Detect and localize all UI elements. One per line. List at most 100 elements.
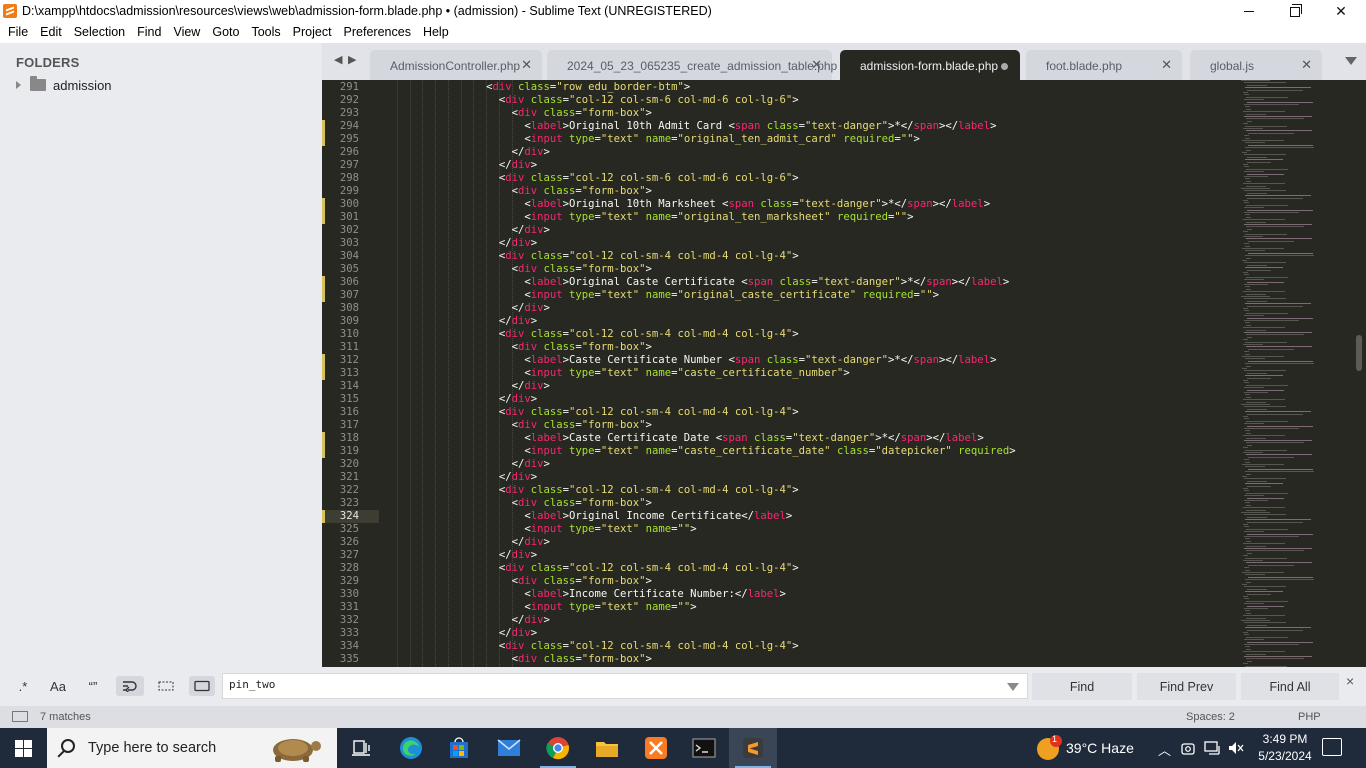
edge-browser-button[interactable] (387, 728, 435, 768)
start-button[interactable] (0, 728, 47, 768)
tab-list-dropdown-icon[interactable] (1345, 57, 1357, 65)
restore-button[interactable] (1272, 0, 1318, 23)
sidebar-folder-admission[interactable]: admission (14, 76, 112, 94)
code-line[interactable]: 314 </div> (322, 380, 1366, 393)
code-line[interactable]: 316 <div class="col-12 col-sm-4 col-md-4… (322, 406, 1366, 419)
tab-create-admission-table[interactable]: 2024_05_23_065235_create_admission_table… (547, 50, 837, 80)
sublime-text-taskbar-button[interactable] (729, 728, 777, 768)
code-line[interactable]: 299 <div class="form-box"> (322, 185, 1366, 198)
highlight-matches-toggle[interactable] (189, 676, 215, 696)
whole-word-toggle[interactable]: “” (80, 676, 106, 696)
code-line[interactable]: 335 <div class="form-box"> (322, 653, 1366, 666)
chrome-button[interactable] (534, 728, 582, 768)
tab-next-icon[interactable]: ▶ (348, 53, 356, 66)
tab-close-icon[interactable]: ✕ (811, 57, 822, 73)
code-line[interactable]: 317 <div class="form-box"> (322, 419, 1366, 432)
code-editor[interactable]: 291 <div class="row edu_border-btm"> 292 … (322, 80, 1366, 667)
code-line[interactable]: 331 <input type="text" name=""> (322, 601, 1366, 614)
code-line[interactable]: 304 <div class="col-12 col-sm-4 col-md-4… (322, 250, 1366, 263)
code-line[interactable]: 302 </div> (322, 224, 1366, 237)
menu-project[interactable]: Project (287, 23, 338, 43)
find-history-dropdown-icon[interactable] (1007, 683, 1019, 691)
code-line[interactable]: 333 </div> (322, 627, 1366, 640)
tab-prev-icon[interactable]: ◀ (334, 53, 342, 66)
chevron-up-icon[interactable]: ︿ (1158, 740, 1171, 759)
code-line[interactable]: 334 <div class="col-12 col-sm-4 col-md-4… (322, 640, 1366, 653)
tab-foot-blade[interactable]: foot.blade.php ✕ (1026, 50, 1182, 80)
code-line[interactable]: 327 </div> (322, 549, 1366, 562)
find-prev-button[interactable]: Find Prev (1137, 673, 1236, 700)
menu-help[interactable]: Help (417, 23, 455, 43)
menu-file[interactable]: File (0, 23, 34, 43)
code-line[interactable]: 306 <label>Original Caste Certificate <s… (322, 276, 1366, 289)
menu-goto[interactable]: Goto (206, 23, 245, 43)
syntax-selector[interactable]: PHP (1298, 711, 1321, 723)
mail-button[interactable] (485, 728, 533, 768)
microsoft-store-button[interactable] (435, 728, 483, 768)
find-input[interactable]: pin_two (222, 673, 1028, 699)
menu-find[interactable]: Find (131, 23, 167, 43)
code-line[interactable]: 311 <div class="form-box"> (322, 341, 1366, 354)
code-line[interactable]: 309 </div> (322, 315, 1366, 328)
code-line[interactable]: 320 </div> (322, 458, 1366, 471)
case-sensitive-toggle[interactable]: Aa (45, 676, 71, 696)
close-window-button[interactable]: ✕ (1318, 0, 1364, 23)
code-line[interactable]: 329 <div class="form-box"> (322, 575, 1366, 588)
tab-close-icon[interactable]: ✕ (1161, 57, 1172, 73)
minimap[interactable] (1226, 80, 1356, 667)
tab-admission-form[interactable]: admission-form.blade.php (840, 50, 1020, 80)
code-line[interactable]: 322 <div class="col-12 col-sm-4 col-md-4… (322, 484, 1366, 497)
code-line[interactable]: 312 <label>Caste Certificate Number <spa… (322, 354, 1366, 367)
expand-arrow-icon[interactable] (16, 81, 21, 89)
code-line[interactable]: 323 <div class="form-box"> (322, 497, 1366, 510)
volume-muted-icon[interactable] (1228, 740, 1244, 756)
code-line[interactable]: 330 <label>Income Certificate Number:</l… (322, 588, 1366, 601)
code-line[interactable]: 291 <div class="row edu_border-btm"> (322, 81, 1366, 94)
camera-privacy-icon[interactable] (1181, 741, 1195, 755)
wrap-toggle[interactable] (116, 676, 144, 696)
code-line[interactable]: 328 <div class="col-12 col-sm-4 col-md-4… (322, 562, 1366, 575)
network-icon[interactable] (1204, 740, 1222, 756)
code-line[interactable]: 293 <div class="form-box"> (322, 107, 1366, 120)
code-line[interactable]: 297 </div> (322, 159, 1366, 172)
code-line[interactable]: 324 <label>Original Income Certificate</… (322, 510, 1366, 523)
code-line[interactable]: 307 <input type="text" name="original_ca… (322, 289, 1366, 302)
terminal-button[interactable] (680, 728, 728, 768)
code-line[interactable]: 303 </div> (322, 237, 1366, 250)
tab-close-icon[interactable]: ✕ (1301, 57, 1312, 73)
code-line[interactable]: 295 <input type="text" name="original_te… (322, 133, 1366, 146)
unsaved-dot-icon[interactable] (1001, 63, 1008, 70)
find-panel-close-icon[interactable]: × (1346, 673, 1354, 689)
code-line[interactable]: 298 <div class="col-12 col-sm-6 col-md-6… (322, 172, 1366, 185)
code-line[interactable]: 315 </div> (322, 393, 1366, 406)
find-button[interactable]: Find (1032, 673, 1132, 700)
code-line[interactable]: 321 </div> (322, 471, 1366, 484)
code-line[interactable]: 332 </div> (322, 614, 1366, 627)
task-view-button[interactable] (337, 728, 385, 768)
find-all-button[interactable]: Find All (1241, 673, 1339, 700)
notification-center-icon[interactable] (1322, 738, 1342, 756)
code-line[interactable]: 318 <label>Caste Certificate Date <span … (322, 432, 1366, 445)
minimize-button[interactable] (1226, 0, 1272, 23)
regex-toggle[interactable]: .* (10, 676, 36, 696)
xampp-button[interactable] (632, 728, 680, 768)
file-explorer-button[interactable] (583, 728, 631, 768)
code-line[interactable]: 292 <div class="col-12 col-sm-6 col-md-6… (322, 94, 1366, 107)
code-line[interactable]: 294 <label>Original 10th Admit Card <spa… (322, 120, 1366, 133)
taskbar-search-box[interactable]: Type here to search (47, 728, 337, 768)
code-line[interactable]: 305 <div class="form-box"> (322, 263, 1366, 276)
menu-tools[interactable]: Tools (245, 23, 286, 43)
code-line[interactable]: 326 </div> (322, 536, 1366, 549)
code-line[interactable]: 325 <input type="text" name=""> (322, 523, 1366, 536)
menu-selection[interactable]: Selection (68, 23, 131, 43)
taskbar-clock[interactable]: 3:49 PM 5/23/2024 (1252, 731, 1318, 765)
code-line[interactable]: 301 <input type="text" name="original_te… (322, 211, 1366, 224)
panel-toggle-icon[interactable] (12, 711, 28, 722)
code-line[interactable]: 308 </div> (322, 302, 1366, 315)
tab-global-js[interactable]: global.js ✕ (1190, 50, 1322, 80)
editor-scrollbar-thumb[interactable] (1356, 335, 1362, 371)
code-line[interactable]: 300 <label>Original 10th Marksheet <span… (322, 198, 1366, 211)
indentation-setting[interactable]: Spaces: 2 (1186, 711, 1235, 723)
menu-view[interactable]: View (167, 23, 206, 43)
code-line[interactable]: 319 <input type="text" name="caste_certi… (322, 445, 1366, 458)
